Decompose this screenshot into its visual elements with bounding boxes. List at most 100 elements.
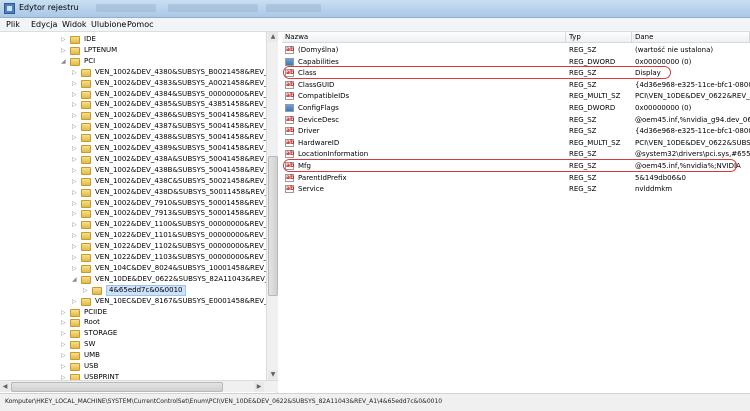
expand-arrow-icon[interactable]: ▷ — [72, 91, 77, 97]
tree-item[interactable]: ▷ VEN_1022&DEV_1100&SUBSYS_00000000&REV_0… — [0, 219, 277, 230]
scroll-down-icon[interactable]: ▼ — [268, 370, 278, 380]
value-data: {4d36e968-e325-11ce-bfc1-08002be10318} — [635, 80, 750, 89]
tree-item[interactable]: ▷ VEN_1002&DEV_7913&SUBSYS_50001458&REV_0… — [0, 208, 277, 219]
expand-arrow-icon[interactable]: ▷ — [72, 244, 77, 250]
menu-item-edycja[interactable]: Edycja — [31, 20, 57, 29]
value-row[interactable]: Mfg REG_SZ @oem45.inf,%nvidia%;NVIDIA — [282, 160, 750, 172]
expand-arrow-icon[interactable]: ▷ — [61, 320, 66, 326]
tree-item[interactable]: ▷ VEN_1002&DEV_7910&SUBSYS_50001458&REV_0… — [0, 198, 277, 209]
value-row[interactable]: Class REG_SZ Display — [282, 67, 750, 79]
folder-icon — [81, 210, 91, 219]
scroll-up-icon[interactable]: ▲ — [268, 32, 278, 42]
expand-arrow-icon[interactable]: ▷ — [72, 113, 77, 119]
tree-item[interactable]: ▷ 4&65edd7c&0&0010 — [0, 284, 277, 296]
value-row[interactable]: ConfigFlags REG_DWORD 0x00000000 (0) — [282, 102, 750, 114]
tree-item[interactable]: ▷ VEN_1022&DEV_1102&SUBSYS_00000000&REV_0… — [0, 241, 277, 252]
expand-arrow-icon[interactable]: ▷ — [72, 211, 77, 217]
expand-arrow-icon[interactable]: ▷ — [72, 298, 77, 304]
column-header-type[interactable]: Typ — [566, 32, 632, 43]
expand-arrow-icon[interactable]: ▷ — [72, 146, 77, 152]
value-row[interactable]: Driver REG_SZ {4d36e968-e325-11ce-bfc1-080… — [282, 125, 750, 137]
tree-item[interactable]: ▷ VEN_1022&DEV_1103&SUBSYS_00000000&REV_0… — [0, 252, 277, 263]
value-row[interactable]: HardwareID REG_MULTI_SZ PCI\VEN_10DE&DEV_0… — [282, 137, 750, 149]
tree-item[interactable]: ▷ VEN_1022&DEV_1101&SUBSYS_00000000&REV_0… — [0, 230, 277, 241]
value-name: ParentIdPrefix — [298, 173, 347, 182]
tree-item[interactable]: ▷ VEN_1002&DEV_438A&SUBSYS_50041458&REV_0… — [0, 154, 277, 165]
blurred-background-text — [168, 4, 258, 12]
expand-arrow-icon[interactable]: ▷ — [61, 353, 66, 359]
expand-arrow-icon[interactable]: ▷ — [72, 189, 77, 195]
expand-arrow-icon[interactable]: ▷ — [72, 178, 77, 184]
tree-item[interactable]: ▷ VEN_1002&DEV_4380&SUBSYS_B0021458&REV_0… — [0, 67, 277, 78]
tree-item[interactable]: ▷ Root — [0, 317, 277, 328]
expand-arrow-icon[interactable]: ▷ — [72, 233, 77, 239]
tree-item-label: VEN_1002&DEV_4383&SUBSYS_A0021458&REV_00 — [95, 78, 277, 87]
expand-arrow-icon[interactable]: ▷ — [72, 124, 77, 130]
tree-item[interactable]: ▷ VEN_1002&DEV_438B&SUBSYS_50041458&REV_0… — [0, 165, 277, 176]
expand-arrow-icon[interactable]: ▷ — [72, 255, 77, 261]
tree-item[interactable]: ▷ IDE — [0, 34, 277, 45]
menu-item-ulubione[interactable]: Ulubione — [91, 20, 126, 29]
expand-arrow-icon[interactable]: ▷ — [61, 331, 66, 337]
expand-arrow-icon[interactable]: ▷ — [61, 364, 66, 370]
tree-item[interactable]: ▷ VEN_1002&DEV_4385&SUBSYS_43851458&REV_1… — [0, 99, 277, 110]
menu-item-plik[interactable]: Plik — [6, 20, 20, 29]
key-tree[interactable]: ▷ IDE ▷ LPTENUM ◢ PCI ▷ VEN_1002&DEV_4380&SUBSY… — [0, 32, 278, 393]
value-row[interactable]: (Domyślna) REG_SZ (wartość nie ustalona) — [282, 44, 750, 56]
expand-arrow-icon[interactable]: ▷ — [72, 102, 77, 108]
tree-item[interactable]: ▷ VEN_1002&DEV_4383&SUBSYS_A0021458&REV_0… — [0, 78, 277, 89]
value-row[interactable]: Service REG_SZ nvlddmkm — [282, 183, 750, 195]
tree-horizontal-scrollbar[interactable]: ◀ ▶ — [0, 380, 278, 392]
tree-item-label: VEN_1022&DEV_1102&SUBSYS_00000000&REV_00 — [95, 242, 277, 251]
expand-arrow-icon[interactable]: ▷ — [72, 167, 77, 173]
column-header-data[interactable]: Dane — [632, 32, 750, 43]
expand-arrow-icon[interactable]: ▷ — [72, 156, 77, 162]
tree-item[interactable]: ▷ SW — [0, 339, 277, 350]
value-row[interactable]: ParentIdPrefix REG_SZ 5&149db06&0 — [282, 172, 750, 184]
tree-item[interactable]: ▷ VEN_1002&DEV_4388&SUBSYS_50041458&REV_0… — [0, 132, 277, 143]
scroll-right-icon[interactable]: ▶ — [254, 382, 264, 392]
expand-arrow-icon[interactable]: ▷ — [72, 135, 77, 141]
menu-item-widok[interactable]: Widok — [62, 20, 87, 29]
menu-item-pomoc[interactable]: Pomoc — [127, 20, 154, 29]
tree-item[interactable]: ▷ LPTENUM — [0, 45, 277, 56]
scroll-thumb[interactable] — [268, 156, 278, 296]
tree-item[interactable]: ▷ VEN_1002&DEV_4387&SUBSYS_50041458&REV_0… — [0, 121, 277, 132]
tree-item[interactable]: ▷ VEN_1002&DEV_4384&SUBSYS_00000000&REV_0… — [0, 89, 277, 100]
tree-item[interactable]: ▷ VEN_104C&DEV_8024&SUBSYS_10001458&REV_0… — [0, 263, 277, 274]
collapse-arrow-icon[interactable]: ◢ — [72, 276, 77, 282]
tree-item[interactable]: ◢ PCI — [0, 56, 277, 67]
column-header-name[interactable]: Nazwa — [282, 32, 566, 43]
value-row[interactable]: Capabilities REG_DWORD 0x00000000 (0) — [282, 56, 750, 68]
tree-vertical-scrollbar[interactable]: ▲ ▼ — [266, 32, 278, 380]
value-row[interactable]: ClassGUID REG_SZ {4d36e968-e325-11ce-bfc1-… — [282, 79, 750, 91]
tree-item[interactable]: ◢ VEN_10DE&DEV_0622&SUBSYS_82A11043&REV_A… — [0, 274, 277, 285]
expand-arrow-icon[interactable]: ▷ — [83, 287, 88, 293]
tree-item[interactable]: ▷ VEN_1002&DEV_438C&SUBSYS_50021458&REV_0… — [0, 176, 277, 187]
expand-arrow-icon[interactable]: ▷ — [61, 342, 66, 348]
expand-arrow-icon[interactable]: ▷ — [61, 37, 66, 43]
tree-item[interactable]: ▷ VEN_1002&DEV_4389&SUBSYS_50041458&REV_0… — [0, 143, 277, 154]
tree-item[interactable]: ▷ PCIIDE — [0, 307, 277, 318]
collapse-arrow-icon[interactable]: ◢ — [61, 58, 66, 64]
scroll-left-icon[interactable]: ◀ — [0, 382, 10, 392]
value-row[interactable]: DeviceDesc REG_SZ @oem45.inf,%nvidia_g94.d… — [282, 114, 750, 126]
value-row[interactable]: CompatibleIDs REG_MULTI_SZ PCI\VEN_10DE&DE… — [282, 90, 750, 102]
tree-item[interactable]: ▷ VEN_1002&DEV_438D&SUBSYS_50011458&REV_0… — [0, 187, 277, 198]
expand-arrow-icon[interactable]: ▷ — [61, 47, 66, 53]
expand-arrow-icon[interactable]: ▷ — [72, 200, 77, 206]
value-row[interactable]: LocationInformation REG_SZ @system32\drive… — [282, 148, 750, 160]
expand-arrow-icon[interactable]: ▷ — [72, 80, 77, 86]
expand-arrow-icon[interactable]: ▷ — [72, 69, 77, 75]
tree-item-label: VEN_1022&DEV_1103&SUBSYS_00000000&REV_00 — [95, 253, 277, 261]
value-type: REG_SZ — [569, 173, 597, 182]
expand-arrow-icon[interactable]: ▷ — [61, 309, 66, 315]
expand-arrow-icon[interactable]: ▷ — [72, 222, 77, 228]
expand-arrow-icon[interactable]: ▷ — [72, 265, 77, 271]
scroll-thumb[interactable] — [11, 382, 223, 392]
tree-item[interactable]: ▷ STORAGE — [0, 328, 277, 339]
tree-item[interactable]: ▷ VEN_1002&DEV_4386&SUBSYS_50041458&REV_0… — [0, 110, 277, 121]
tree-item[interactable]: ▷ UMB — [0, 350, 277, 361]
tree-item[interactable]: ▷ USB — [0, 361, 277, 372]
tree-item[interactable]: ▷ VEN_10EC&DEV_8167&SUBSYS_E0001458&REV_1… — [0, 296, 277, 307]
